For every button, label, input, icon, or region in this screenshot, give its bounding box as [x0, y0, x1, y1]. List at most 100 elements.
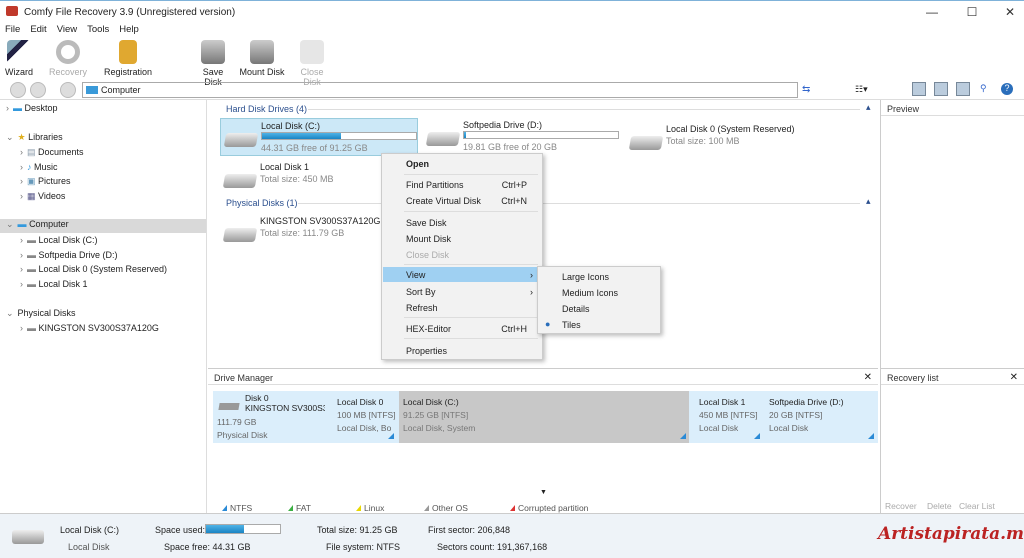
close-icon[interactable]: ✕ [864, 372, 872, 383]
tree-pictures[interactable]: › ▣ Pictures [20, 176, 71, 190]
tree-label: Physical Disks [17, 308, 76, 318]
tree-desktop[interactable]: › ▬ Desktop [6, 103, 58, 117]
partition-block-selected[interactable]: Local Disk (C:) 91.25 GB [NTFS] Local Di… [399, 391, 689, 443]
tree-computer[interactable]: ⌄ ▬ Computer [0, 219, 206, 233]
menu-item-view[interactable]: View › [383, 267, 541, 282]
toolbar: Wizard Recovery Registration Save Disk M… [0, 38, 1024, 87]
menu-file[interactable]: File [0, 22, 25, 38]
drive-name: Local Disk 0 (System Reserved) [666, 124, 795, 134]
drive-tile-d[interactable]: Softpedia Drive (D:) 19.81 GB free of 20… [423, 118, 623, 156]
menu-item-hex-editor[interactable]: HEX-Editor Ctrl+H [383, 321, 541, 336]
collapse-icon[interactable]: ▴ [866, 102, 871, 113]
tree-documents[interactable]: › ▤ Documents [20, 147, 84, 161]
registration-button[interactable]: Registration [102, 38, 154, 77]
tree-music[interactable]: › ♪ Music [20, 162, 58, 176]
menu-item-sort-by[interactable]: Sort By › [383, 284, 541, 299]
forward-button[interactable] [30, 82, 46, 98]
lifebuoy-icon [56, 40, 80, 64]
refresh-icon[interactable]: ⇆ [802, 84, 810, 95]
partition-type: Local Disk [699, 423, 739, 433]
view-submenu: Large Icons Medium Icons Details ● Tiles [537, 266, 661, 334]
collapse-icon[interactable]: ▴ [866, 196, 871, 207]
recover-button[interactable]: Recover [885, 501, 917, 511]
drive-name: Local Disk (C:) [261, 121, 321, 131]
drive-icon: ▬ [27, 235, 39, 245]
status-bar: Local Disk (C:) Local Disk Space used: S… [0, 513, 1024, 558]
tree-physical-disks[interactable]: ⌄ Physical Disks [6, 308, 76, 322]
drive-info: 19.81 GB free of 20 GB [463, 142, 558, 152]
disk-0-block[interactable]: Disk 0 KINGSTON SV300S37A120G 111.79 GB … [213, 391, 331, 443]
panel-icon[interactable] [934, 82, 948, 96]
up-button[interactable] [60, 82, 76, 98]
tree-label: Local Disk 1 [38, 279, 88, 289]
menu-view[interactable]: View [52, 22, 82, 38]
submenu-details[interactable]: Details [539, 301, 659, 316]
layout-icon[interactable] [912, 82, 926, 96]
menu-tools[interactable]: Tools [82, 22, 114, 38]
mount-disk-icon [250, 40, 274, 64]
submenu-tiles[interactable]: ● Tiles [539, 317, 659, 332]
recovery-list-pane: Recovery list ✕ Recover Delete Clear Lis… [880, 368, 1024, 513]
partition-size: 450 MB [NTFS] [699, 410, 758, 420]
menu-item-create-virtual-disk[interactable]: Create Virtual Disk Ctrl+N [383, 193, 541, 208]
delete-button[interactable]: Delete [927, 501, 952, 511]
legend-other-os: Other OS [424, 503, 468, 513]
disk-model: KINGSTON SV300S37A120G [245, 403, 325, 413]
maximize-button[interactable]: ☐ [962, 5, 982, 19]
partition-type: Local Disk, Boot [337, 423, 391, 433]
pictures-icon: ▣ [27, 176, 39, 186]
menu-item-close-disk[interactable]: Close Disk [383, 247, 541, 262]
menu-item-properties[interactable]: Properties [383, 343, 541, 358]
submenu-large-icons[interactable]: Large Icons [539, 269, 659, 284]
tree-label: Computer [29, 219, 69, 229]
drive-tile-system-reserved[interactable]: Local Disk 0 (System Reserved) Total siz… [626, 122, 826, 160]
menu-help[interactable]: Help [114, 22, 144, 38]
preview-title: Preview [881, 100, 1024, 116]
radio-dot-icon: ● [545, 319, 551, 329]
hdd-section-header: Hard Disk Drives (4) [226, 104, 308, 114]
tree-libraries[interactable]: ⌄ ★ Libraries [6, 132, 63, 146]
save-icon[interactable] [956, 82, 970, 96]
tree-local-disk-c[interactable]: › ▬ Local Disk (C:) [20, 235, 98, 249]
submenu-medium-icons[interactable]: Medium Icons [539, 285, 659, 300]
drive-icon: ▬ [27, 250, 39, 260]
help-icon[interactable]: ? [1001, 83, 1013, 95]
recovery-button[interactable]: Recovery [48, 38, 88, 77]
drive-name: KINGSTON SV300S37A120G [260, 216, 381, 226]
space-used-label: Space used: [155, 525, 206, 535]
tree-softpedia-d[interactable]: › ▬ Softpedia Drive (D:) [20, 250, 118, 264]
tree-system-reserved[interactable]: › ▬ Local Disk 0 (System Reserved) [20, 264, 167, 278]
partition-type: Local Disk, System [403, 423, 476, 433]
drive-manager-title: Drive Manager [208, 369, 878, 385]
mount-disk-button[interactable]: Mount Disk [238, 38, 286, 77]
search-icon[interactable]: ⚲ [980, 83, 987, 94]
back-button[interactable] [10, 82, 26, 98]
partition-block[interactable]: Softpedia Drive (D:) 20 GB [NTFS] Local … [765, 391, 877, 443]
menu-item-save-disk[interactable]: Save Disk [383, 215, 541, 230]
address-value: Computer [101, 85, 141, 95]
partition-block[interactable]: Local Disk 0 100 MB [NTFS] Local Disk, B… [333, 391, 397, 443]
address-input[interactable]: Computer [82, 82, 798, 98]
partition-block[interactable]: Local Disk 1 450 MB [NTFS] Local Disk [695, 391, 763, 443]
menu-item-open[interactable]: Open [383, 156, 541, 171]
wizard-label: Wizard [4, 67, 33, 77]
menu-edit[interactable]: Edit [25, 22, 51, 38]
minimize-button[interactable]: — [922, 5, 942, 19]
tree-kingston[interactable]: › ▬ KINGSTON SV300S37A120G [20, 323, 159, 337]
computer-icon: ▬ [17, 219, 30, 229]
menu-item-refresh[interactable]: Refresh [383, 300, 541, 315]
menu-item-mount-disk[interactable]: Mount Disk [383, 231, 541, 246]
tree-local-disk-1[interactable]: › ▬ Local Disk 1 [20, 279, 88, 293]
view-mode-icon[interactable]: ☷▾ [855, 84, 868, 95]
close-icon[interactable]: ✕ [1010, 372, 1018, 383]
drive-info: 44.31 GB free of 91.25 GB [261, 143, 368, 153]
drive-tile-c[interactable]: Local Disk (C:) 44.31 GB free of 91.25 G… [220, 118, 418, 156]
wizard-button[interactable]: Wizard [4, 38, 34, 77]
expand-arrow-icon[interactable]: ▼ [540, 489, 547, 496]
menu-item-find-partitions[interactable]: Find Partitions Ctrl+P [383, 177, 541, 192]
clear-list-button[interactable]: Clear List [959, 501, 995, 511]
tree-videos[interactable]: › ▦ Videos [20, 191, 65, 205]
drive-icon: ▬ [27, 264, 39, 274]
close-button[interactable]: ✕ [1000, 5, 1020, 19]
wand-icon [7, 40, 31, 64]
